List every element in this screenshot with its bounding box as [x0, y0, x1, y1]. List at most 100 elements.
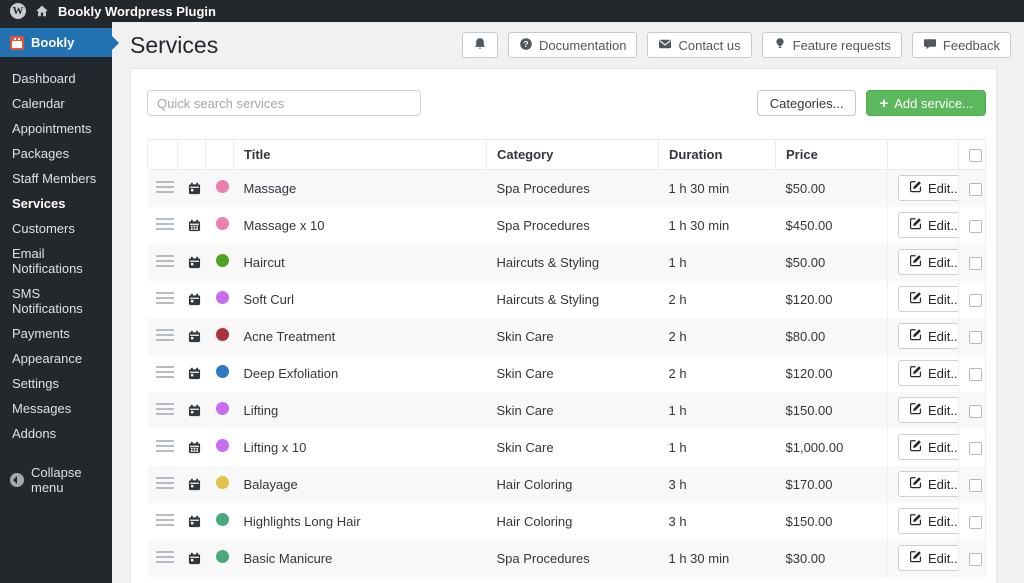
service-price: $80.00	[785, 328, 826, 344]
table-row: Lifting x 10 Skin Care 1 h $1,000.00 Edi…	[148, 428, 986, 466]
edit-button[interactable]: Edit...	[898, 360, 958, 386]
row-checkbox[interactable]	[969, 552, 982, 566]
edit-button[interactable]: Edit...	[898, 434, 958, 460]
service-title: Acne Treatment	[243, 328, 336, 344]
sidebar-item-appearance[interactable]: Appearance	[0, 346, 112, 371]
edit-button[interactable]: Edit...	[898, 249, 958, 275]
sidebar-item-calendar[interactable]: Calendar	[0, 91, 112, 116]
sidebar-item-staff-members[interactable]: Staff Members	[0, 166, 112, 191]
row-checkbox[interactable]	[969, 441, 982, 455]
bookly-logo-icon	[10, 35, 24, 50]
edit-button[interactable]: Edit...	[898, 175, 958, 202]
feedback-button[interactable]: Feedback	[911, 32, 1011, 58]
drag-handle[interactable]	[155, 476, 174, 489]
service-price: $50.00	[785, 254, 826, 270]
home-icon[interactable]	[35, 4, 49, 18]
calendar-day-icon	[188, 367, 200, 380]
service-duration: 2 h	[668, 328, 687, 344]
row-checkbox[interactable]	[969, 367, 982, 381]
add-service-button[interactable]: Add service...	[866, 90, 986, 116]
drag-handle[interactable]	[155, 513, 174, 526]
service-title: Soft Curl	[243, 291, 295, 307]
service-title: Highlights Long Hair	[243, 513, 361, 529]
edit-button[interactable]: Edit...	[898, 286, 958, 312]
col-duration: Duration	[658, 139, 776, 170]
calendar-grid-icon	[188, 441, 200, 454]
table-row: Basic Manicure Spa Procedures 1 h 30 min…	[147, 539, 986, 577]
row-checkbox[interactable]	[969, 330, 982, 344]
sidebar-item-settings[interactable]: Settings	[0, 371, 112, 396]
calendar-day-icon	[188, 552, 200, 565]
edit-button[interactable]: Edit...	[898, 212, 958, 238]
question-circle-icon: ?	[519, 37, 533, 54]
select-all-checkbox[interactable]	[969, 149, 982, 163]
edit-button[interactable]: Edit...	[898, 545, 958, 571]
service-color-dot	[215, 513, 229, 526]
row-checkbox[interactable]	[969, 515, 982, 529]
service-price: $450.00	[785, 217, 833, 233]
contact-us-button[interactable]: Contact us	[647, 32, 752, 58]
sidebar-item-email-notifications[interactable]: Email Notifications	[0, 241, 112, 281]
service-title: Lifting	[243, 402, 279, 418]
service-price: $170.00	[785, 476, 833, 492]
services-table-wrap: Title Category Duration Price Massage Sp…	[147, 139, 986, 577]
drag-handle[interactable]	[155, 402, 174, 415]
site-name-link[interactable]: Bookly Wordpress Plugin	[58, 4, 216, 19]
sidebar-item-bookly[interactable]: Bookly	[0, 28, 112, 57]
drag-handle[interactable]	[155, 217, 174, 230]
row-checkbox[interactable]	[969, 182, 982, 196]
drag-handle[interactable]	[155, 550, 174, 563]
table-row: Balayage Hair Coloring 3 h $170.00 Edit.…	[147, 465, 986, 503]
edit-button[interactable]: Edit...	[898, 397, 958, 423]
row-checkbox[interactable]	[969, 219, 982, 233]
service-duration: 1 h	[668, 439, 687, 455]
row-checkbox[interactable]	[969, 404, 982, 418]
documentation-button[interactable]: ? Documentation	[508, 32, 638, 58]
collapse-menu-button[interactable]: Collapse menu	[0, 459, 112, 501]
service-color-dot	[215, 328, 229, 341]
sidebar-item-services[interactable]: Services	[0, 191, 112, 216]
sidebar-item-packages[interactable]: Packages	[0, 141, 112, 166]
drag-handle[interactable]	[155, 439, 174, 452]
drag-handle[interactable]	[155, 180, 174, 193]
drag-handle[interactable]	[155, 254, 174, 267]
edit-pencil-icon	[909, 439, 922, 455]
service-title: Massage x 10	[243, 217, 325, 233]
search-input[interactable]	[147, 90, 421, 116]
edit-button[interactable]: Edit...	[898, 471, 958, 497]
service-duration: 1 h 30 min	[668, 217, 730, 233]
calendar-day-icon	[188, 256, 200, 269]
feature-requests-button[interactable]: Feature requests	[761, 32, 902, 58]
sidebar-item-appointments[interactable]: Appointments	[0, 116, 112, 141]
sidebar-item-customers[interactable]: Customers	[0, 216, 112, 241]
comment-icon	[923, 37, 937, 54]
sidebar-item-addons[interactable]: Addons	[0, 421, 112, 446]
edit-button[interactable]: Edit...	[898, 323, 958, 349]
service-title: Haircut	[243, 254, 285, 270]
edit-pencil-icon	[909, 476, 922, 492]
service-title: Massage	[243, 180, 297, 196]
table-row: Lifting Skin Care 1 h $150.00 Edit...	[147, 391, 986, 429]
col-price: Price	[775, 139, 888, 170]
service-duration: 1 h	[668, 402, 687, 418]
table-row: Massage x 10 Spa Procedures 1 h 30 min $…	[148, 206, 986, 244]
drag-handle[interactable]	[155, 291, 174, 304]
sidebar-item-payments[interactable]: Payments	[0, 321, 112, 346]
categories-button[interactable]: Categories...	[756, 90, 857, 116]
row-checkbox[interactable]	[969, 478, 982, 492]
drag-handle[interactable]	[155, 365, 174, 378]
feedback-label: Feedback	[942, 37, 1000, 53]
service-title: Lifting x 10	[243, 439, 307, 455]
drag-handle[interactable]	[155, 328, 174, 341]
edit-pencil-icon	[909, 550, 922, 566]
svg-text:?: ?	[523, 38, 528, 48]
wordpress-logo-icon[interactable]	[10, 3, 26, 19]
edit-button[interactable]: Edit...	[898, 508, 958, 534]
row-checkbox[interactable]	[969, 293, 982, 307]
sidebar-item-messages[interactable]: Messages	[0, 396, 112, 421]
notifications-button[interactable]	[462, 32, 499, 58]
row-checkbox[interactable]	[969, 256, 982, 270]
sidebar-item-sms-notifications[interactable]: SMS Notifications	[0, 281, 112, 321]
table-row: Acne Treatment Skin Care 2 h $80.00 Edit…	[147, 317, 986, 355]
sidebar-item-dashboard[interactable]: Dashboard	[0, 66, 112, 91]
